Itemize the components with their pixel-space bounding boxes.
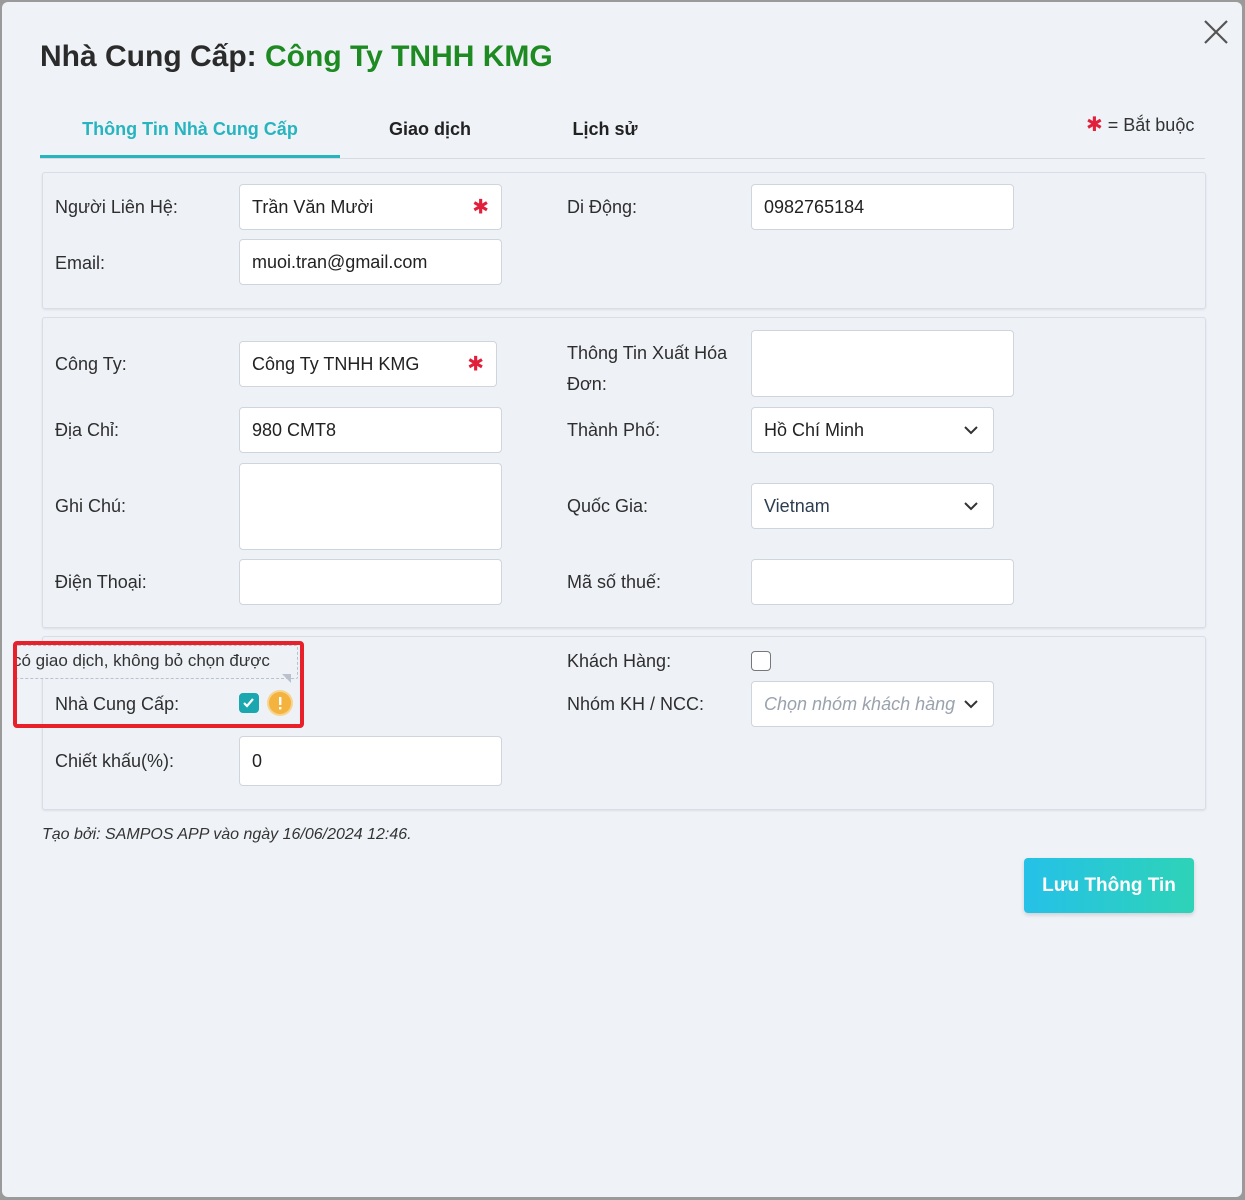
contact-person-label: Người Liên Hệ:	[55, 197, 178, 217]
tax-label: Mã số thuế:	[567, 572, 662, 592]
phone-label: Điện Thoại:	[55, 572, 147, 592]
address-field[interactable]: 980 CMT8	[239, 407, 502, 453]
tax-field[interactable]	[751, 559, 1014, 605]
note-field[interactable]	[239, 463, 502, 550]
city-select[interactable]: Hồ Chí Minh	[751, 407, 994, 453]
chevron-down-icon	[964, 700, 978, 709]
supplier-name-title: Công Ty TNHH KMG	[265, 40, 553, 73]
note-label: Ghi Chú:	[55, 496, 127, 516]
customer-label: Khách Hàng:	[567, 651, 672, 671]
mobile-field[interactable]: 0982765184	[751, 184, 1014, 230]
mobile-value: 0982765184	[764, 196, 865, 217]
page-title: Nhà Cung Cấp: Công Ty TNHH KMG	[40, 40, 553, 74]
contact-person-field[interactable]: Trần Văn Mười ✱	[239, 184, 502, 230]
tab-bar: Thông Tin Nhà Cung Cấp Giao dịch Lịch sử	[40, 102, 1205, 159]
email-label: Email:	[55, 253, 106, 273]
chevron-down-icon	[964, 502, 978, 511]
tab-supplier-info[interactable]: Thông Tin Nhà Cung Cấp	[40, 102, 340, 158]
created-note: Tạo bởi: SAMPOS APP vào ngày 16/06/2024 …	[42, 826, 412, 843]
supplier-modal: Nhà Cung Cấp: Công Ty TNHH KMG Thông Tin…	[2, 2, 1242, 1197]
tab-history[interactable]: Lịch sử	[550, 102, 660, 157]
company-card: Công Ty: Công Ty TNHH KMG ✱ Thông Tin Xu…	[42, 317, 1206, 628]
invoice-field[interactable]	[751, 330, 1014, 397]
required-note: ✱ = Bắt buộc	[1086, 112, 1194, 137]
email-field[interactable]: muoi.tran@gmail.com	[239, 239, 502, 285]
required-star-icon: ✱	[472, 196, 489, 219]
close-icon	[1204, 20, 1228, 44]
tab-transactions[interactable]: Giao dịch	[370, 102, 490, 157]
required-star-icon: ✱	[1086, 114, 1103, 136]
country-value: Vietnam	[764, 495, 830, 516]
discount-label: Chiết khấu(%):	[55, 751, 175, 771]
required-note-text: = Bắt buộc	[1102, 115, 1195, 135]
contact-card: Người Liên Hệ: Trần Văn Mười ✱ Di Động: …	[42, 172, 1206, 309]
address-value: 980 CMT8	[252, 419, 337, 440]
customer-checkbox[interactable]	[751, 651, 771, 671]
mobile-label: Di Động:	[567, 197, 638, 217]
group-placeholder: Chọn nhóm khách hàng	[764, 693, 956, 714]
city-label: Thành Phố:	[567, 420, 661, 440]
highlight-box	[13, 641, 304, 728]
title-prefix: Nhà Cung Cấp:	[40, 40, 265, 73]
company-field[interactable]: Công Ty TNHH KMG ✱	[239, 341, 497, 387]
group-select[interactable]: Chọn nhóm khách hàng	[751, 681, 994, 727]
discount-value: 0	[252, 750, 263, 771]
discount-field[interactable]: 0	[239, 736, 502, 786]
invoice-label: Thông Tin Xuất Hóa Đơn:	[567, 343, 728, 394]
address-label: Địa Chỉ:	[55, 420, 120, 440]
company-value: Công Ty TNHH KMG	[252, 353, 420, 374]
close-button[interactable]	[1200, 16, 1232, 48]
country-select[interactable]: Vietnam	[751, 483, 994, 529]
save-button[interactable]: Lưu Thông Tin	[1024, 858, 1194, 913]
email-value: muoi.tran@gmail.com	[252, 251, 428, 272]
contact-person-value: Trần Văn Mười	[252, 196, 374, 217]
required-star-icon: ✱	[467, 353, 484, 376]
chevron-down-icon	[964, 426, 978, 435]
company-label: Công Ty:	[55, 354, 127, 374]
city-value: Hồ Chí Minh	[764, 419, 865, 440]
group-label: Nhóm KH / NCC:	[567, 694, 705, 714]
country-label: Quốc Gia:	[567, 496, 649, 516]
phone-field[interactable]	[239, 559, 502, 605]
